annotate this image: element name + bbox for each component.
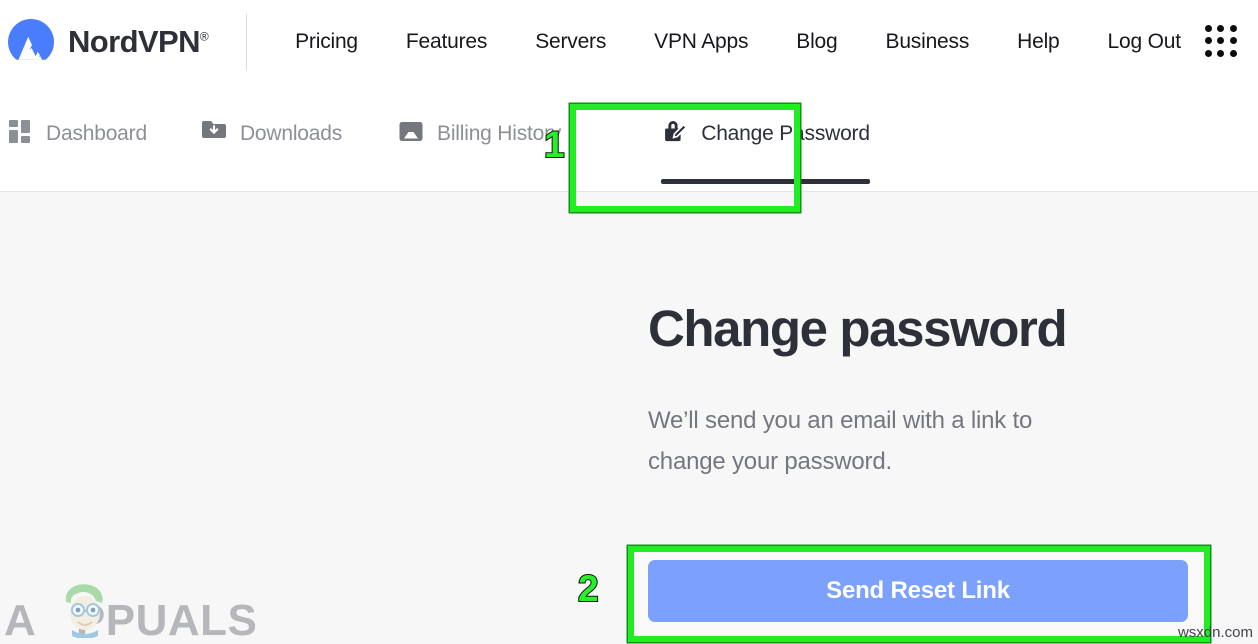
change-password-panel: Change password We’ll send you an email … [648, 303, 1188, 483]
inbox-tray-icon [398, 119, 424, 149]
source-watermark: wsxdn.com [1177, 624, 1253, 641]
top-navigation-bar: NordVPN® Pricing Features Servers VPN Ap… [0, 0, 1258, 84]
folder-download-icon [201, 119, 227, 149]
grid-dot [1229, 49, 1237, 57]
nordvpn-mountain-logo-icon [6, 17, 56, 67]
grid-apps-icon[interactable] [1201, 21, 1241, 61]
nav-link-features[interactable]: Features [382, 30, 511, 54]
nav-link-vpn-apps[interactable]: VPN Apps [630, 30, 772, 54]
nav-link-servers[interactable]: Servers [511, 30, 630, 54]
grid-dot [1205, 25, 1212, 32]
appuals-mascot-icon [56, 580, 112, 639]
active-tab-underline [661, 179, 870, 184]
grid-dot [1205, 49, 1212, 57]
lock-pencil-icon [661, 118, 688, 150]
registered-mark: ® [199, 29, 209, 44]
nav-divider [246, 14, 248, 70]
grid-dot [1205, 37, 1212, 45]
main-content: Change password We’ll send you an email … [0, 193, 1258, 644]
appuals-watermark-text: AmPPUALS [4, 596, 258, 644]
sidebar-item-label: Downloads [239, 122, 343, 145]
dashboard-grid-icon [8, 119, 33, 149]
grid-dot [1217, 49, 1225, 57]
sidebar-item-label: Dashboard [46, 122, 147, 145]
grid-dot [1217, 25, 1225, 32]
brand-logo[interactable]: NordVPN® [6, 17, 209, 67]
page-title: Change password [648, 300, 1068, 357]
grid-dot [1229, 37, 1237, 45]
sidebar-item-downloads[interactable]: Downloads [201, 110, 342, 158]
appuals-watermark: AmPPUALS [4, 584, 258, 644]
grid-dot [1217, 37, 1225, 45]
nordvpn-account-page: NordVPN® Pricing Features Servers VPN Ap… [0, 0, 1258, 644]
step-number-1: 1 [543, 124, 566, 165]
nav-link-pricing[interactable]: Pricing [271, 30, 382, 54]
page-description: We’ll send you an email with a link to c… [648, 407, 1033, 476]
top-nav-links: Pricing Features Servers VPN Apps Blog B… [271, 30, 1205, 54]
nav-link-log-out[interactable]: Log Out [1084, 30, 1205, 54]
sidebar-item-label: Billing History [437, 122, 562, 145]
sidebar-item-change-password[interactable]: Change Password [661, 110, 870, 184]
nav-link-blog[interactable]: Blog [772, 30, 861, 54]
step-number-2: 2 [577, 568, 600, 609]
sidebar-item-label: Change Password [701, 122, 870, 145]
sidebar-item-dashboard[interactable]: Dashboard [8, 110, 147, 158]
sidebar-item-billing-history[interactable]: Billing History [398, 110, 561, 158]
nav-link-help[interactable]: Help [993, 30, 1083, 54]
grid-dot [1229, 25, 1237, 32]
nav-link-business[interactable]: Business [862, 30, 994, 54]
account-sub-navigation: Dashboard Downloads Billing History Chan… [0, 84, 1258, 250]
send-reset-link-button[interactable]: Send Reset Link [648, 560, 1188, 622]
brand-name: NordVPN® [68, 24, 209, 59]
